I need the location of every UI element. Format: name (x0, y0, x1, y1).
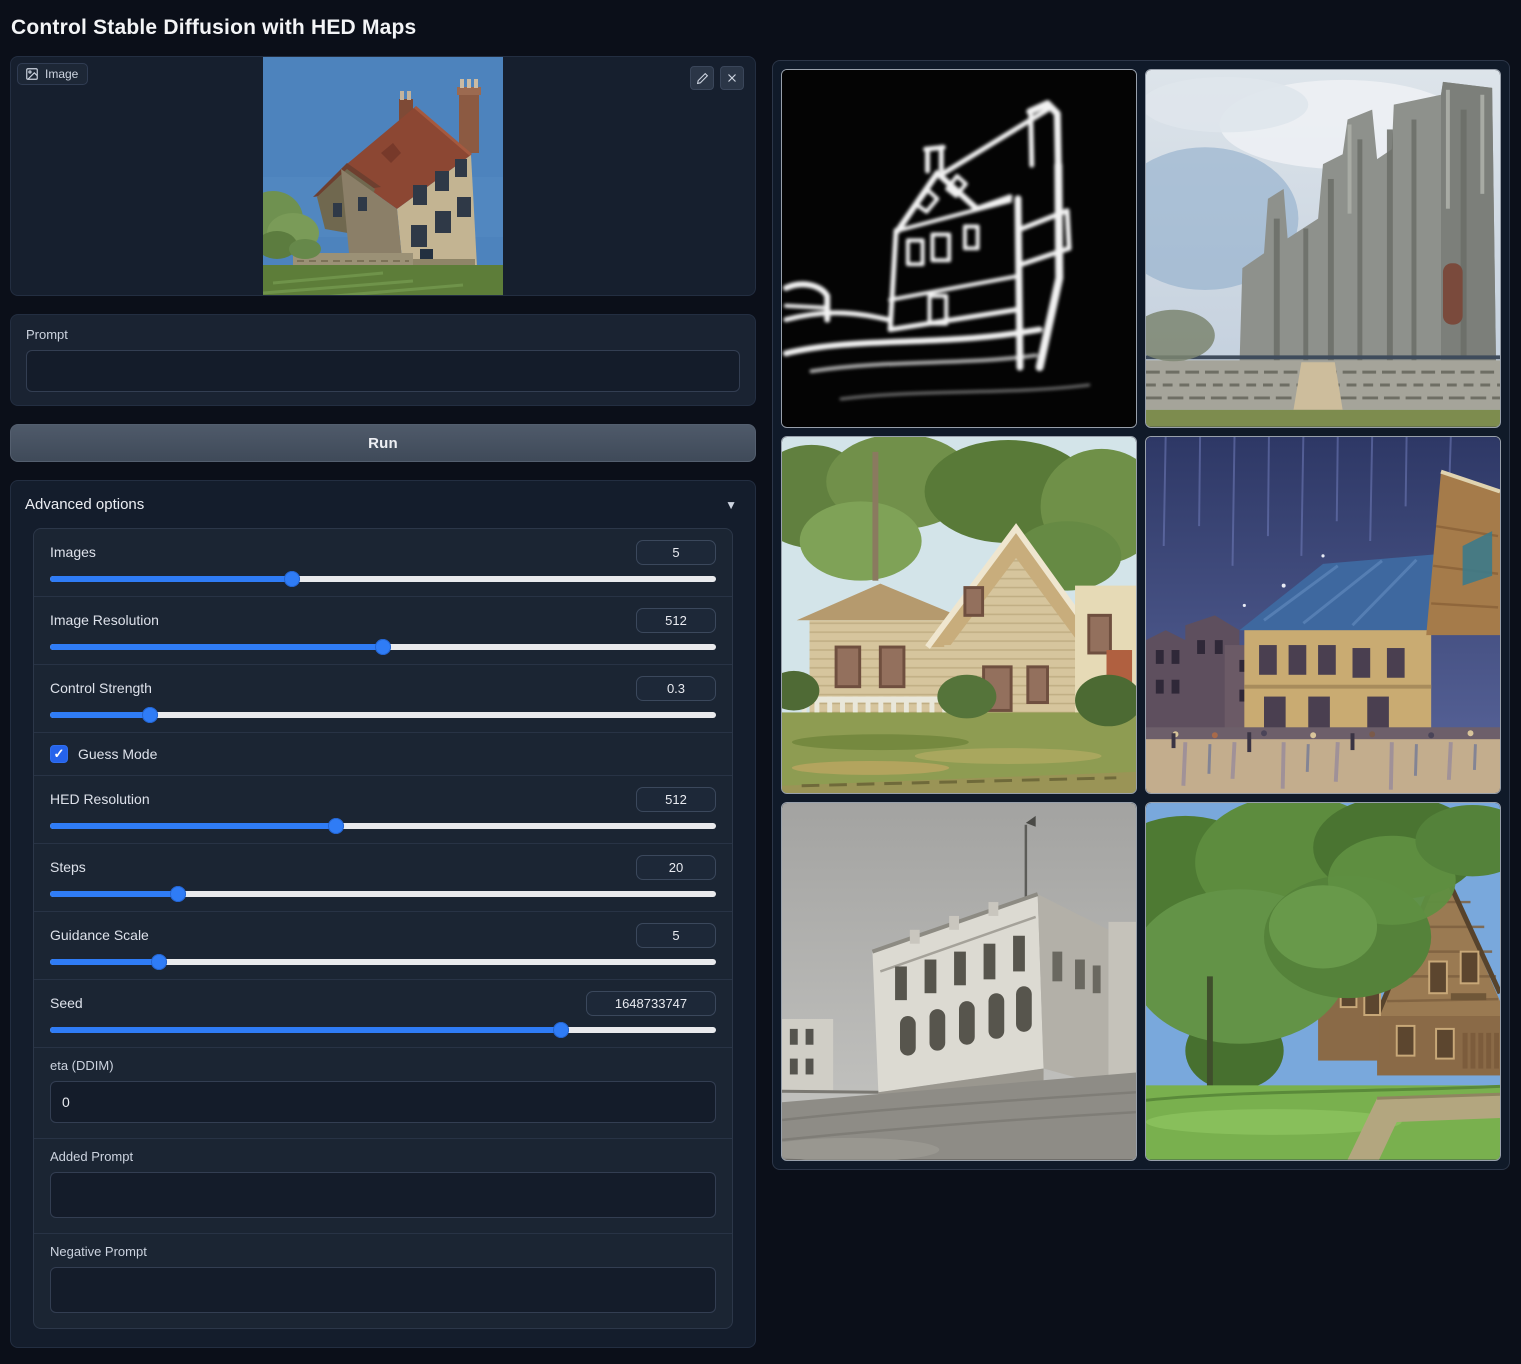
control-strength-label: Control Strength (50, 680, 152, 696)
images-slider-row: Images 5 (34, 529, 732, 596)
control-strength-slider-handle[interactable] (142, 707, 158, 723)
negative-prompt-input[interactable] (50, 1267, 716, 1313)
eta-input[interactable] (50, 1081, 716, 1123)
added-prompt-label: Added Prompt (50, 1149, 716, 1164)
steps-slider[interactable] (50, 891, 716, 897)
negative-prompt-label: Negative Prompt (50, 1244, 716, 1259)
added-prompt-input[interactable] (50, 1172, 716, 1218)
controls-column: Control Stable Diffusion with HED Maps I… (10, 10, 756, 1348)
clear-image-button[interactable] (720, 66, 744, 90)
steps-slider-handle[interactable] (170, 886, 186, 902)
advanced-options-form: Images 5 Image Resolution 512 (33, 528, 733, 1329)
hed-resolution-slider-row: HED Resolution 512 (34, 775, 732, 843)
page-title: Control Stable Diffusion with HED Maps (11, 16, 756, 40)
images-slider-fill (50, 576, 292, 582)
steps-label: Steps (50, 859, 86, 875)
eta-label: eta (DDIM) (50, 1058, 716, 1073)
output-gallery (772, 60, 1510, 1170)
hed-resolution-slider[interactable] (50, 823, 716, 829)
images-value-input[interactable]: 5 (636, 540, 716, 565)
guidance-scale-value-input[interactable]: 5 (636, 923, 716, 948)
image-resolution-slider-handle[interactable] (375, 639, 391, 655)
guess-mode-row: ✓ Guess Mode (34, 732, 732, 775)
checkmark-icon: ✓ (54, 746, 65, 762)
hed-resolution-slider-fill (50, 823, 336, 829)
edit-image-button[interactable] (690, 66, 714, 90)
guidance-scale-slider-handle[interactable] (151, 954, 167, 970)
gallery-item-vintage-grayscale-building[interactable] (781, 802, 1137, 1161)
steps-slider-row: Steps 20 (34, 843, 732, 911)
hed-resolution-slider-handle[interactable] (328, 818, 344, 834)
image-icon (25, 67, 39, 81)
eta-row: eta (DDIM) (34, 1047, 732, 1138)
seed-value-input[interactable]: 1648733747 (586, 991, 716, 1016)
image-input-dropzone[interactable]: Image (10, 56, 756, 296)
advanced-options-header[interactable]: Advanced options ▼ (11, 481, 755, 526)
steps-slider-fill (50, 891, 178, 897)
hed-resolution-value-input[interactable]: 512 (636, 787, 716, 812)
image-resolution-slider[interactable] (50, 644, 716, 650)
prompt-input[interactable] (26, 350, 740, 392)
prompt-block: Prompt (10, 314, 756, 406)
guidance-scale-slider-row: Guidance Scale 5 (34, 911, 732, 979)
images-label: Images (50, 544, 96, 560)
control-strength-slider-row: Control Strength 0.3 (34, 664, 732, 732)
guess-mode-label: Guess Mode (78, 746, 157, 762)
seed-label: Seed (50, 995, 83, 1011)
gallery-item-hed-edge-map[interactable] (781, 69, 1137, 428)
uploaded-house-image[interactable] (263, 57, 503, 296)
gallery-item-gothic-cathedral[interactable] (1145, 69, 1501, 428)
close-icon (726, 72, 738, 84)
image-resolution-slider-row: Image Resolution 512 (34, 596, 732, 664)
guidance-scale-label: Guidance Scale (50, 927, 149, 943)
seed-slider-handle[interactable] (553, 1022, 569, 1038)
image-input-label: Image (45, 67, 78, 81)
gallery-item-impressionist-town[interactable] (1145, 436, 1501, 795)
seed-slider[interactable] (50, 1027, 716, 1033)
image-input-label-chip: Image (17, 63, 88, 85)
control-strength-value-input[interactable]: 0.3 (636, 676, 716, 701)
images-slider-handle[interactable] (284, 571, 300, 587)
image-toolbar (690, 66, 744, 90)
added-prompt-row: Added Prompt (34, 1138, 732, 1233)
hed-resolution-label: HED Resolution (50, 791, 150, 807)
gallery-item-wooden-cottage-painting[interactable] (781, 436, 1137, 795)
control-strength-slider-fill (50, 712, 150, 718)
run-button[interactable]: Run (10, 424, 756, 462)
seed-slider-fill (50, 1027, 561, 1033)
gallery-item-stone-house-in-trees[interactable] (1145, 802, 1501, 1161)
steps-value-input[interactable]: 20 (636, 855, 716, 880)
images-slider[interactable] (50, 576, 716, 582)
guidance-scale-slider-fill (50, 959, 159, 965)
negative-prompt-row: Negative Prompt (34, 1233, 732, 1328)
seed-slider-row: Seed 1648733747 (34, 979, 732, 1047)
image-resolution-slider-fill (50, 644, 383, 650)
pencil-icon (696, 72, 709, 85)
guidance-scale-slider[interactable] (50, 959, 716, 965)
advanced-options-title: Advanced options (25, 496, 144, 513)
prompt-label: Prompt (26, 327, 740, 342)
chevron-down-icon: ▼ (725, 498, 737, 512)
guess-mode-checkbox[interactable]: ✓ (50, 745, 68, 763)
image-resolution-label: Image Resolution (50, 612, 159, 628)
control-strength-slider[interactable] (50, 712, 716, 718)
advanced-options-accordion: Advanced options ▼ Images 5 (10, 480, 756, 1348)
app-root: Control Stable Diffusion with HED Maps I… (0, 0, 1521, 1364)
image-resolution-value-input[interactable]: 512 (636, 608, 716, 633)
